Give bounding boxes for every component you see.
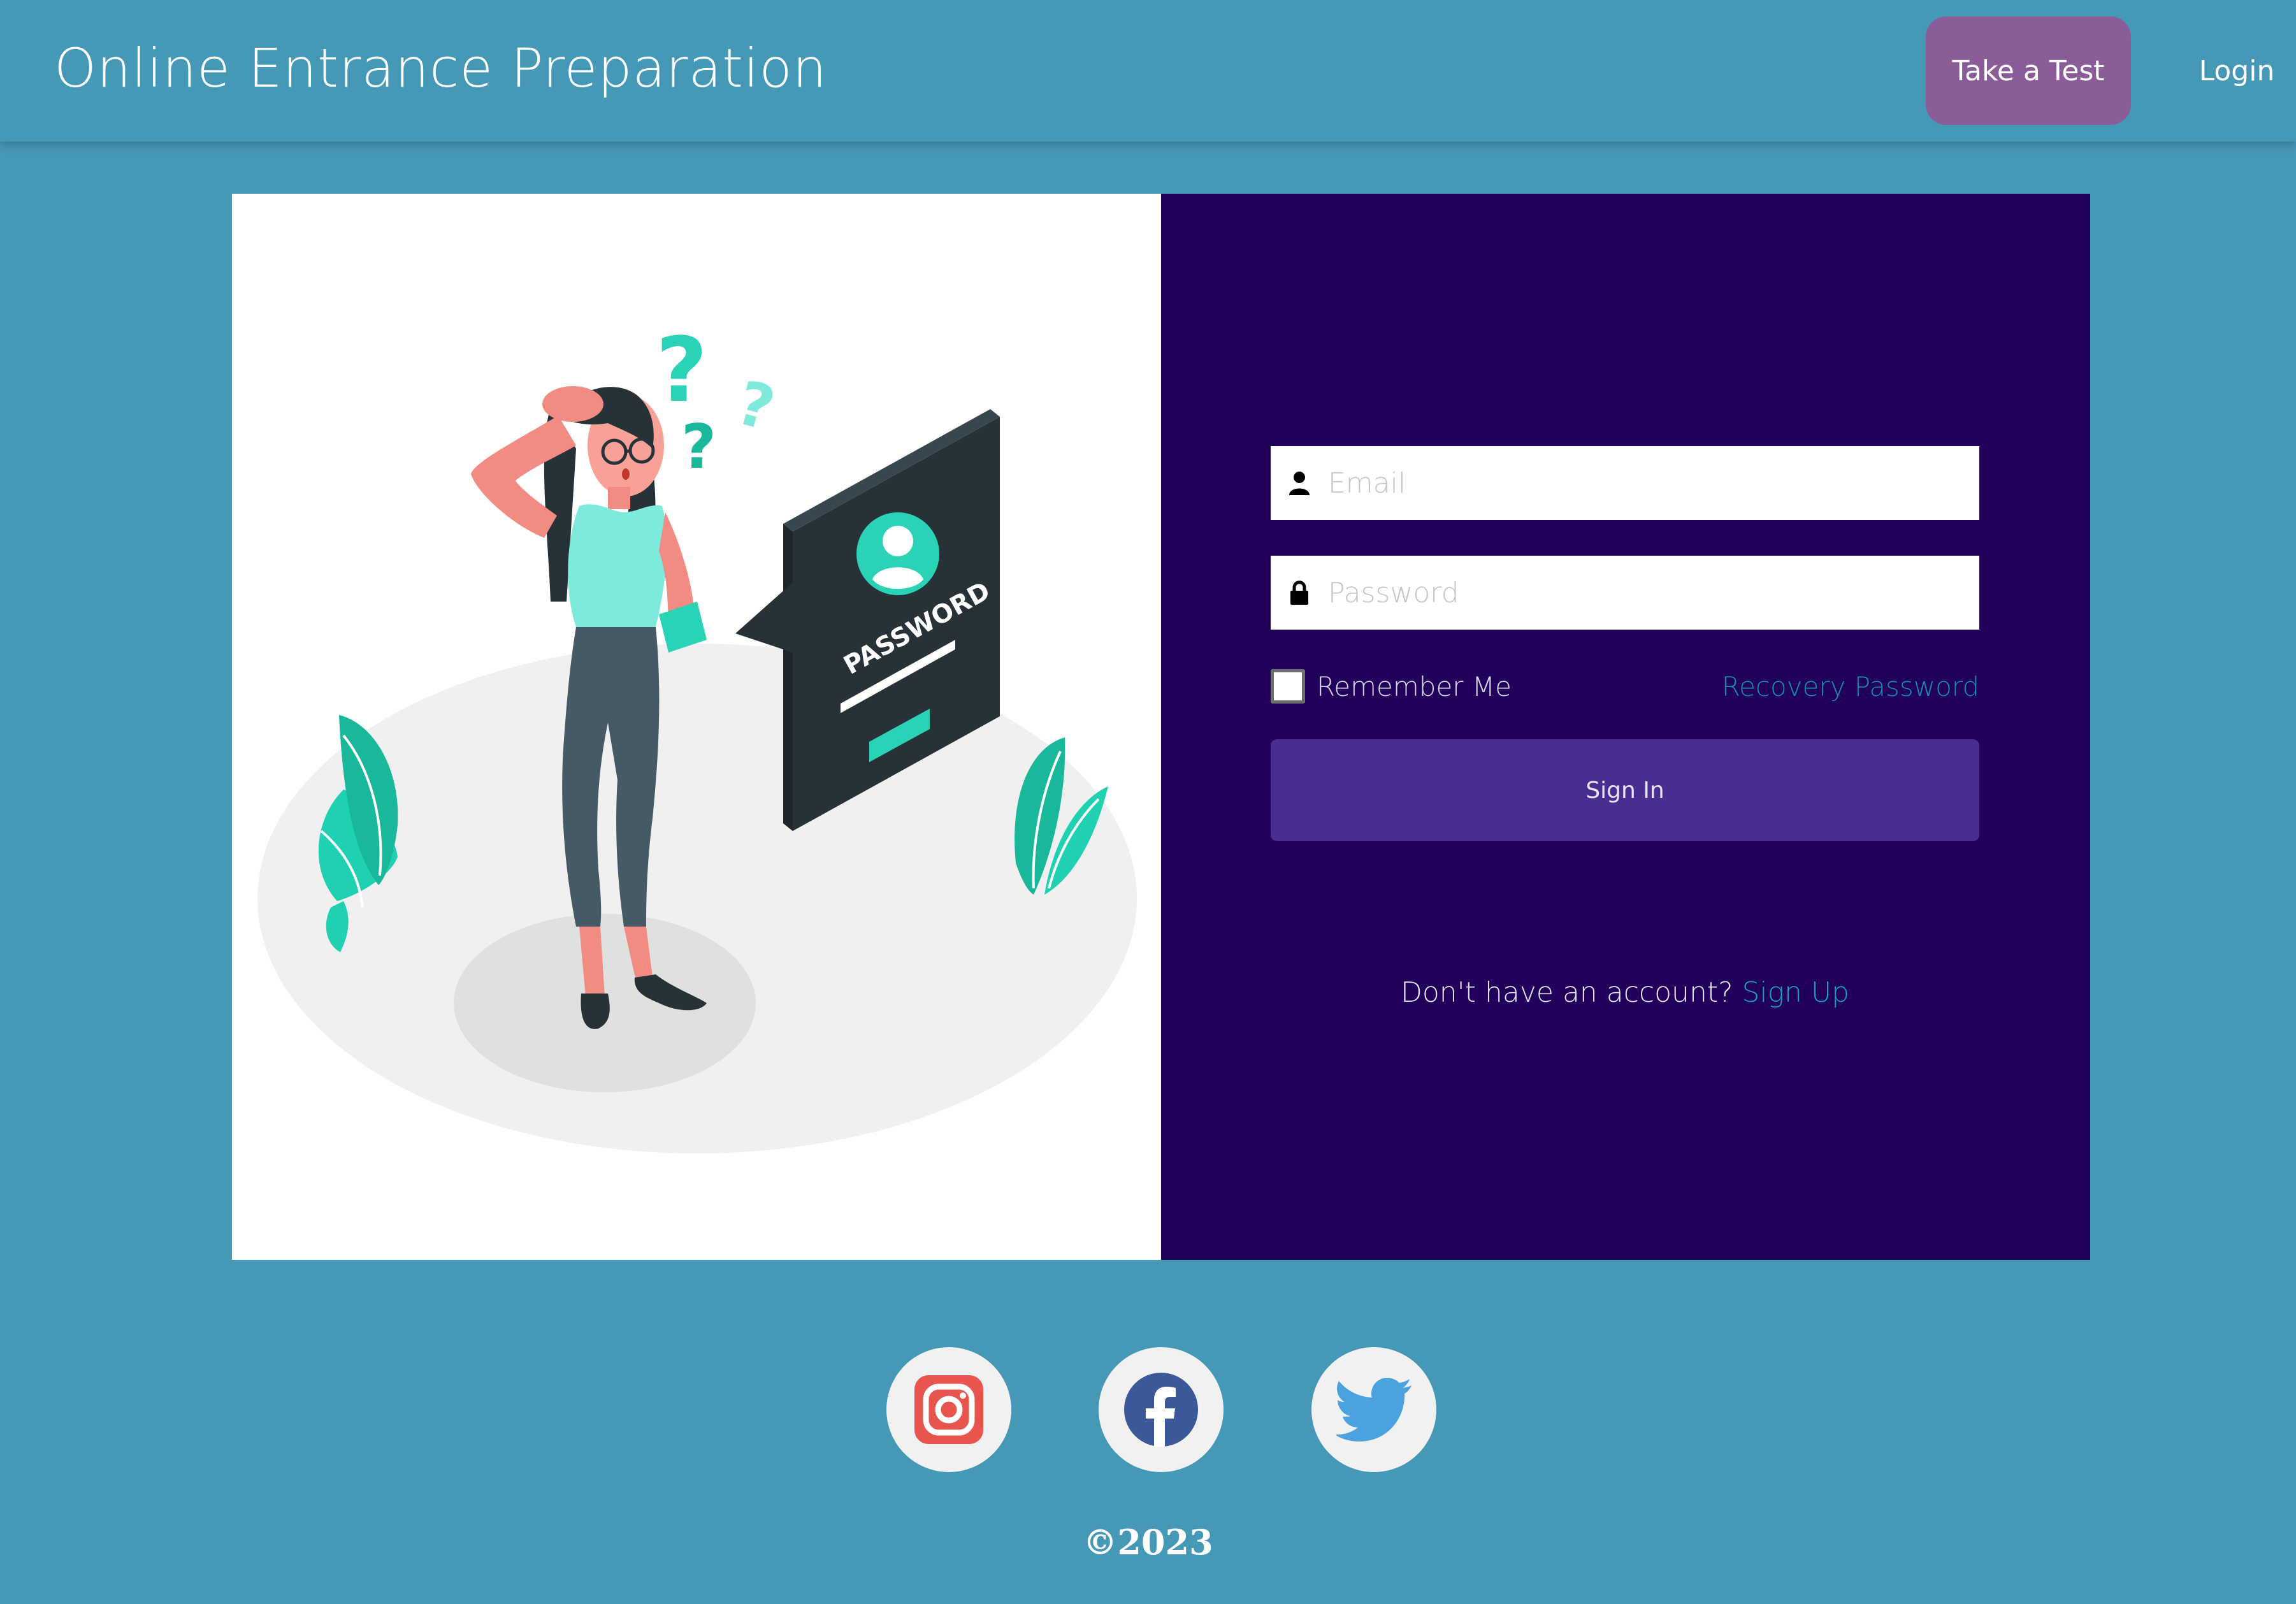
- twitter-icon: [1336, 1378, 1412, 1441]
- twitter-button[interactable]: [1311, 1347, 1436, 1472]
- illustration-panel: PASSWORD ? ? ?: [232, 194, 1161, 1260]
- facebook-button[interactable]: [1099, 1347, 1224, 1472]
- remember-row: Remember Me Recovery Password: [1271, 665, 1979, 707]
- brand-title[interactable]: Online Entrance Preparation: [54, 37, 827, 99]
- remember-me-label[interactable]: Remember Me: [1317, 671, 1512, 702]
- password-input[interactable]: [1328, 556, 1979, 630]
- signup-row: Don't have an account? Sign Up: [1271, 970, 1979, 1015]
- confused-woman-password-illustration: PASSWORD ? ? ?: [257, 319, 1137, 1153]
- sign-in-button[interactable]: Sign In: [1271, 739, 1979, 841]
- svg-text:?: ?: [730, 368, 782, 445]
- recovery-password-link[interactable]: Recovery Password: [1722, 671, 1979, 702]
- navbar: Online Entrance Preparation Take a Test …: [0, 0, 2296, 141]
- facebook-icon: [1124, 1373, 1198, 1447]
- login-form-panel: Remember Me Recovery Password Sign In Do…: [1161, 194, 2090, 1260]
- login-link[interactable]: Login: [2186, 17, 2288, 125]
- sign-up-link[interactable]: Sign Up: [1742, 976, 1849, 1009]
- signup-prompt: Don't have an account?: [1400, 976, 1733, 1009]
- remember-me-group: Remember Me: [1271, 669, 1512, 704]
- email-field-container: [1271, 446, 1979, 520]
- instagram-icon: [914, 1375, 983, 1444]
- instagram-button[interactable]: [886, 1347, 1011, 1472]
- password-field-container: [1271, 556, 1979, 630]
- email-input[interactable]: [1328, 446, 1979, 520]
- svg-text:?: ?: [681, 412, 716, 482]
- user-icon: [1271, 446, 1328, 520]
- lock-icon: [1271, 556, 1328, 630]
- take-test-button[interactable]: Take a Test: [1926, 17, 2131, 125]
- copyright-text: ©2023: [1083, 1522, 1213, 1563]
- login-card: PASSWORD ? ? ? Email Remember Me Recover…: [232, 194, 2090, 1260]
- remember-me-checkbox[interactable]: [1271, 669, 1305, 704]
- svg-text:?: ?: [656, 319, 707, 423]
